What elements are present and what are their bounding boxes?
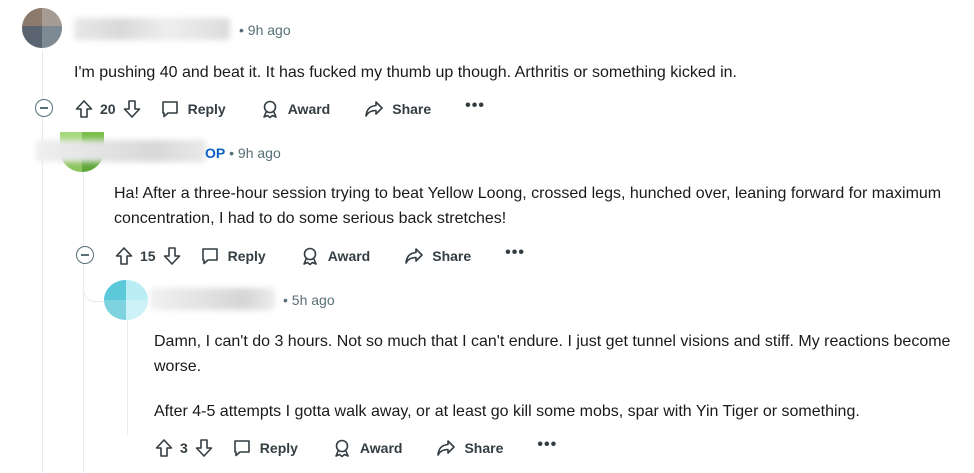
avatar-pixel	[104, 300, 126, 320]
avatar[interactable]	[22, 8, 62, 48]
vote-count: 3	[180, 440, 188, 456]
avatar-pixel	[126, 280, 148, 300]
award-icon	[260, 99, 280, 119]
share-icon	[404, 246, 424, 266]
comment-actions: 15 Reply Award Share •••	[114, 240, 525, 272]
award-button[interactable]: Award	[332, 438, 403, 458]
vote-group: 15	[114, 246, 182, 266]
reply-label: Reply	[187, 101, 226, 117]
avatar[interactable]	[104, 280, 148, 320]
reply-label: Reply	[259, 440, 298, 456]
avatar-pixel	[42, 8, 62, 26]
award-label: Award	[287, 101, 331, 117]
award-label: Award	[327, 248, 371, 264]
share-icon	[436, 438, 456, 458]
share-label: Share	[464, 440, 504, 456]
upvote-icon[interactable]	[114, 246, 134, 266]
comment-timestamp: • 9h ago	[229, 145, 281, 161]
comment-bubble-icon	[160, 99, 180, 119]
username-redacted[interactable]	[36, 140, 206, 162]
downvote-icon[interactable]	[162, 246, 182, 266]
avatar-pixel	[22, 8, 42, 26]
award-icon	[332, 438, 352, 458]
more-options-button[interactable]: •••	[537, 436, 557, 454]
downvote-icon[interactable]	[122, 99, 142, 119]
comment-timestamp: • 9h ago	[239, 22, 291, 38]
upvote-icon[interactable]	[74, 99, 94, 119]
comment-actions: 20 Reply Award Share •••	[74, 93, 485, 125]
comment-body-paragraph: Damn, I can't do 3 hours. Not so much th…	[154, 333, 951, 375]
comment-body: I'm pushing 40 and beat it. It has fucke…	[74, 64, 737, 81]
comment-body-paragraph: After 4-5 attempts I gotta walk away, or…	[154, 403, 860, 420]
avatar-pixel	[42, 26, 62, 48]
vote-count: 15	[140, 248, 156, 264]
upvote-icon[interactable]	[154, 438, 174, 458]
collapse-thread-button[interactable]	[76, 246, 94, 264]
share-button[interactable]: Share	[404, 246, 471, 266]
op-badge: OP	[205, 145, 226, 161]
share-icon	[364, 99, 384, 119]
collapse-thread-button[interactable]	[35, 99, 53, 117]
share-button[interactable]: Share	[436, 438, 503, 458]
share-button[interactable]: Share	[364, 99, 431, 119]
vote-count: 20	[100, 101, 116, 117]
username-redacted[interactable]	[150, 288, 275, 310]
avatar-pixel	[104, 280, 126, 300]
comment-timestamp: • 5h ago	[283, 292, 335, 308]
award-label: Award	[359, 440, 403, 456]
thread-line-level-2	[83, 172, 84, 473]
comment-bubble-icon	[232, 438, 252, 458]
comment-meta: OP • 9h ago	[205, 145, 281, 161]
comment-actions: 3 Reply Award Share •••	[154, 432, 557, 464]
more-options-button[interactable]: •••	[465, 97, 485, 115]
thread-line-level-3	[127, 315, 128, 435]
share-label: Share	[432, 248, 472, 264]
reply-label: Reply	[227, 248, 266, 264]
vote-group: 20	[74, 99, 142, 119]
vote-group: 3	[154, 438, 214, 458]
reply-button[interactable]: Reply	[160, 99, 226, 119]
comment-body: Ha! After a three-hour session trying to…	[114, 185, 942, 227]
avatar-pixel	[126, 300, 148, 320]
downvote-icon[interactable]	[194, 438, 214, 458]
avatar-pixel	[22, 26, 42, 48]
reply-button[interactable]: Reply	[200, 246, 266, 266]
award-button[interactable]: Award	[260, 99, 331, 119]
comment-bubble-icon	[200, 246, 220, 266]
username-redacted[interactable]	[74, 18, 230, 40]
more-options-button[interactable]: •••	[505, 244, 525, 262]
reply-button[interactable]: Reply	[232, 438, 298, 458]
award-button[interactable]: Award	[300, 246, 371, 266]
award-icon	[300, 246, 320, 266]
share-label: Share	[392, 101, 432, 117]
